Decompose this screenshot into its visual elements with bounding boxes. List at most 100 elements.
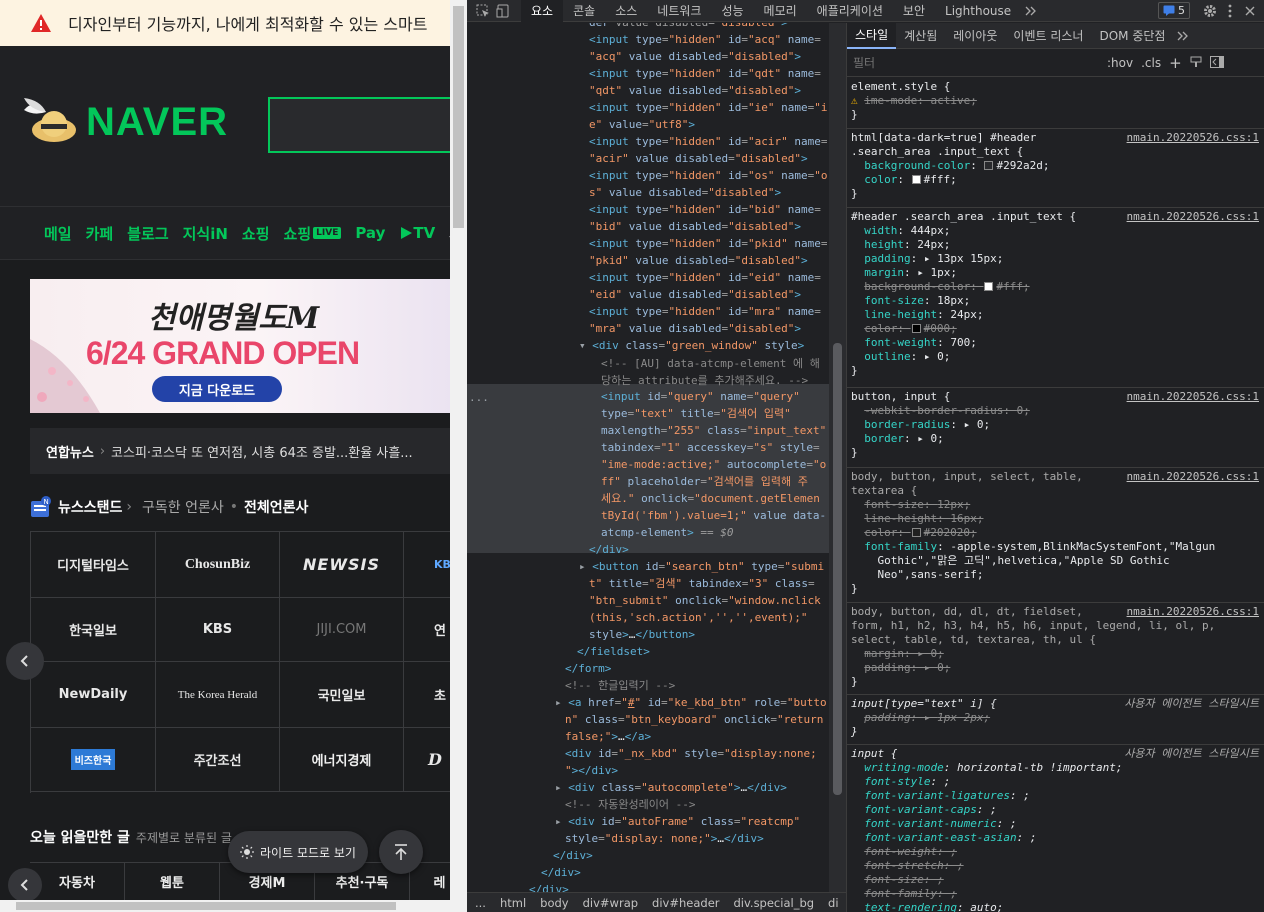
nav-mail[interactable]: 메일 — [44, 223, 72, 244]
breadcrumb-item[interactable]: body — [540, 896, 568, 910]
breadcrumb-item[interactable]: ... — [475, 896, 486, 910]
kbd-link-href[interactable]: # — [628, 696, 635, 709]
dom-line[interactable]: "></div> — [565, 763, 618, 780]
dom-line[interactable]: </div> — [541, 865, 581, 882]
all-press-link[interactable]: 전체언론사 — [244, 497, 308, 517]
dom-line[interactable]: "pkid" value disabled="disabled"> — [589, 253, 808, 270]
css-rule-ua-input[interactable]: 사용자 에이전트 스타일시트 input { writing-mode: hor… — [847, 745, 1264, 912]
close-icon[interactable] — [1240, 1, 1260, 21]
css-rule-ua-text[interactable]: 사용자 에이전트 스타일시트 input[type="text" i] { pa… — [847, 695, 1264, 745]
dom-line[interactable]: style="display: none;">…</div> — [565, 831, 764, 848]
color-swatch[interactable] — [911, 528, 921, 537]
nav-cafe[interactable]: 카페 — [86, 223, 114, 244]
dom-tree[interactable]: der value disabled="disabled"> <input ty… — [467, 23, 829, 892]
nav-shopping[interactable]: 쇼핑 — [242, 223, 270, 244]
dom-line[interactable]: "mra" value disabled="disabled"> — [589, 321, 801, 338]
dom-line[interactable]: ▸ <div id="autoFrame" class="reatcmp" — [555, 814, 800, 831]
css-source-link[interactable]: nmain.20220526.css:1 — [1127, 470, 1259, 484]
tab-lighthouse[interactable]: Lighthouse — [935, 0, 1021, 22]
color-swatch[interactable] — [911, 324, 921, 333]
more-tabs-icon[interactable] — [1021, 1, 1041, 21]
dom-line[interactable]: ▸ <a href="#" id="ke_kbd_btn" role="butt… — [555, 695, 827, 712]
dom-line[interactable]: "qdt" value disabled="disabled"> — [589, 83, 801, 100]
dom-line[interactable]: maxlength="255" class="input_text" — [601, 423, 826, 440]
page-vertical-scrollbar[interactable] — [450, 0, 467, 900]
dom-line[interactable]: e" value="utf8"> — [589, 117, 695, 134]
dom-line[interactable]: (this,'sch.action','','',event);" — [589, 610, 808, 627]
paint-icon[interactable] — [1190, 53, 1202, 72]
tab-elements[interactable]: 요소 — [521, 0, 564, 22]
dom-line[interactable]: tById('fbm').value=1;" value data- — [601, 508, 826, 525]
css-source-link[interactable]: nmain.20220526.css:1 — [1127, 390, 1259, 404]
css-rule-input-text[interactable]: nmain.20220526.css:1 #header .search_are… — [847, 208, 1264, 388]
tab-memory[interactable]: 메모리 — [754, 0, 807, 22]
dom-line[interactable]: der value disabled="disabled"> — [589, 23, 788, 32]
dom-line[interactable]: <input type="hidden" id="os" name="o — [589, 168, 827, 185]
light-mode-button[interactable]: 라이트 모드로 보기 — [228, 831, 368, 873]
press-cell[interactable]: 한국일보 — [31, 598, 156, 662]
device-toolbar-icon[interactable] — [493, 1, 513, 21]
tab-security[interactable]: 보안 — [893, 0, 935, 22]
ad-banner[interactable]: 천애명월도M 6/24 GRAND OPEN 지금 다운로드 — [30, 279, 450, 413]
hov-button[interactable]: :hov — [1107, 56, 1133, 70]
breadcrumb-item[interactable]: div.special_bg — [734, 896, 815, 910]
scrollbar-thumb[interactable] — [833, 343, 842, 795]
dom-line[interactable]: <input type="hidden" id="bid" name= — [589, 202, 821, 219]
tab-application[interactable]: 애플리케이션 — [807, 0, 893, 22]
dom-line[interactable]: </fieldset> — [577, 644, 650, 661]
css-source-link[interactable]: nmain.20220526.css:1 — [1127, 210, 1259, 224]
press-cell[interactable]: NewDaily — [31, 662, 156, 728]
nav-tv[interactable]: TV — [399, 224, 435, 242]
tab-styles[interactable]: 스타일 — [847, 23, 897, 49]
press-cell[interactable]: 비즈한국 — [31, 728, 156, 792]
dom-line[interactable]: <!-- 자동완성레이어 --> — [565, 797, 695, 814]
dom-line[interactable]: "btn_submit" onclick="window.nclick — [589, 593, 821, 610]
gear-icon[interactable] — [1200, 1, 1220, 21]
dom-line[interactable]: </div> — [589, 542, 629, 559]
dom-line[interactable]: style>…</button> — [589, 627, 695, 644]
dom-line[interactable]: type="text" title="검색어 입력" — [601, 406, 791, 423]
inspect-element-icon[interactable] — [473, 1, 493, 21]
dom-line[interactable]: <input type="hidden" id="acq" name= — [589, 32, 821, 49]
css-rule-element-style[interactable]: element.style { ⚠ ime-mode: active; } — [847, 78, 1264, 129]
nav-pay[interactable]: Pay — [355, 224, 385, 242]
press-cell[interactable]: KBS — [156, 598, 280, 662]
tab-computed[interactable]: 계산됨 — [896, 23, 945, 49]
dom-line[interactable]: false;">…</a> — [565, 729, 651, 746]
dom-line[interactable]: "acir" value disabled="disabled"> — [589, 151, 808, 168]
search-input[interactable] — [280, 113, 450, 137]
dom-line[interactable]: </div> — [529, 882, 569, 892]
css-rule-dark[interactable]: nmain.20220526.css:1 html[data-dark=true… — [847, 129, 1264, 208]
news-headline[interactable]: 코스피·코스닥 또 연저점, 시총 64조 증발...환율 사흘... — [111, 442, 413, 461]
press-cell[interactable]: The Korea Herald — [156, 662, 280, 728]
press-cell[interactable]: 주간조선 — [156, 728, 280, 792]
css-source-link[interactable]: nmain.20220526.css:1 — [1127, 605, 1259, 619]
dom-line[interactable]: 세요." onclick="document.getElemen — [601, 491, 820, 508]
color-swatch[interactable] — [911, 175, 921, 184]
css-declaration[interactable]: ⚠ ime-mode: active; — [851, 94, 1261, 108]
css-rule-button-input[interactable]: nmain.20220526.css:1 button, input { -we… — [847, 388, 1264, 468]
naver-logo[interactable]: NAVER — [20, 94, 228, 150]
css-source-link[interactable]: nmain.20220526.css:1 — [1127, 131, 1259, 145]
dom-line[interactable]: tabindex="1" accesskey="s" style= — [601, 440, 820, 457]
dom-line[interactable]: "bid" value disabled="disabled"> — [589, 219, 801, 236]
collapsed-triangle-icon[interactable]: ▸ — [555, 815, 568, 828]
color-swatch[interactable] — [984, 161, 994, 170]
press-cell[interactable]: JIJI.COM — [280, 598, 404, 662]
dom-line[interactable]: <input id="query" name="query" — [601, 389, 800, 406]
banner-download-button[interactable]: 지금 다운로드 — [152, 376, 282, 402]
dom-line[interactable]: </form> — [565, 661, 611, 678]
nav-shopping-live[interactable]: 쇼핑 LIVE — [284, 223, 342, 244]
dom-line[interactable]: <div id="_nx_kbd" style="display:none; — [565, 746, 817, 763]
dom-line[interactable]: ff" placeholder="검색어를 입력해 주 — [601, 474, 808, 491]
category-tab[interactable]: 웹툰 — [125, 863, 220, 900]
press-cell[interactable]: ChosunBiz — [156, 532, 280, 598]
dom-line[interactable]: </div> — [553, 848, 593, 865]
plus-icon[interactable]: + — [1169, 54, 1182, 72]
news-ticker[interactable]: 연합뉴스 › 코스피·코스닥 또 연저점, 시총 64조 증발...환율 사흘.… — [30, 428, 450, 474]
dom-line[interactable]: <input type="hidden" id="ie" name="i — [589, 100, 827, 117]
collapsed-triangle-icon[interactable]: ▸ — [555, 696, 568, 709]
breadcrumb-item[interactable]: html — [500, 896, 526, 910]
breadcrumb-item[interactable]: div#wrap — [583, 896, 638, 910]
sidebar-toggle-icon[interactable] — [1209, 53, 1224, 72]
